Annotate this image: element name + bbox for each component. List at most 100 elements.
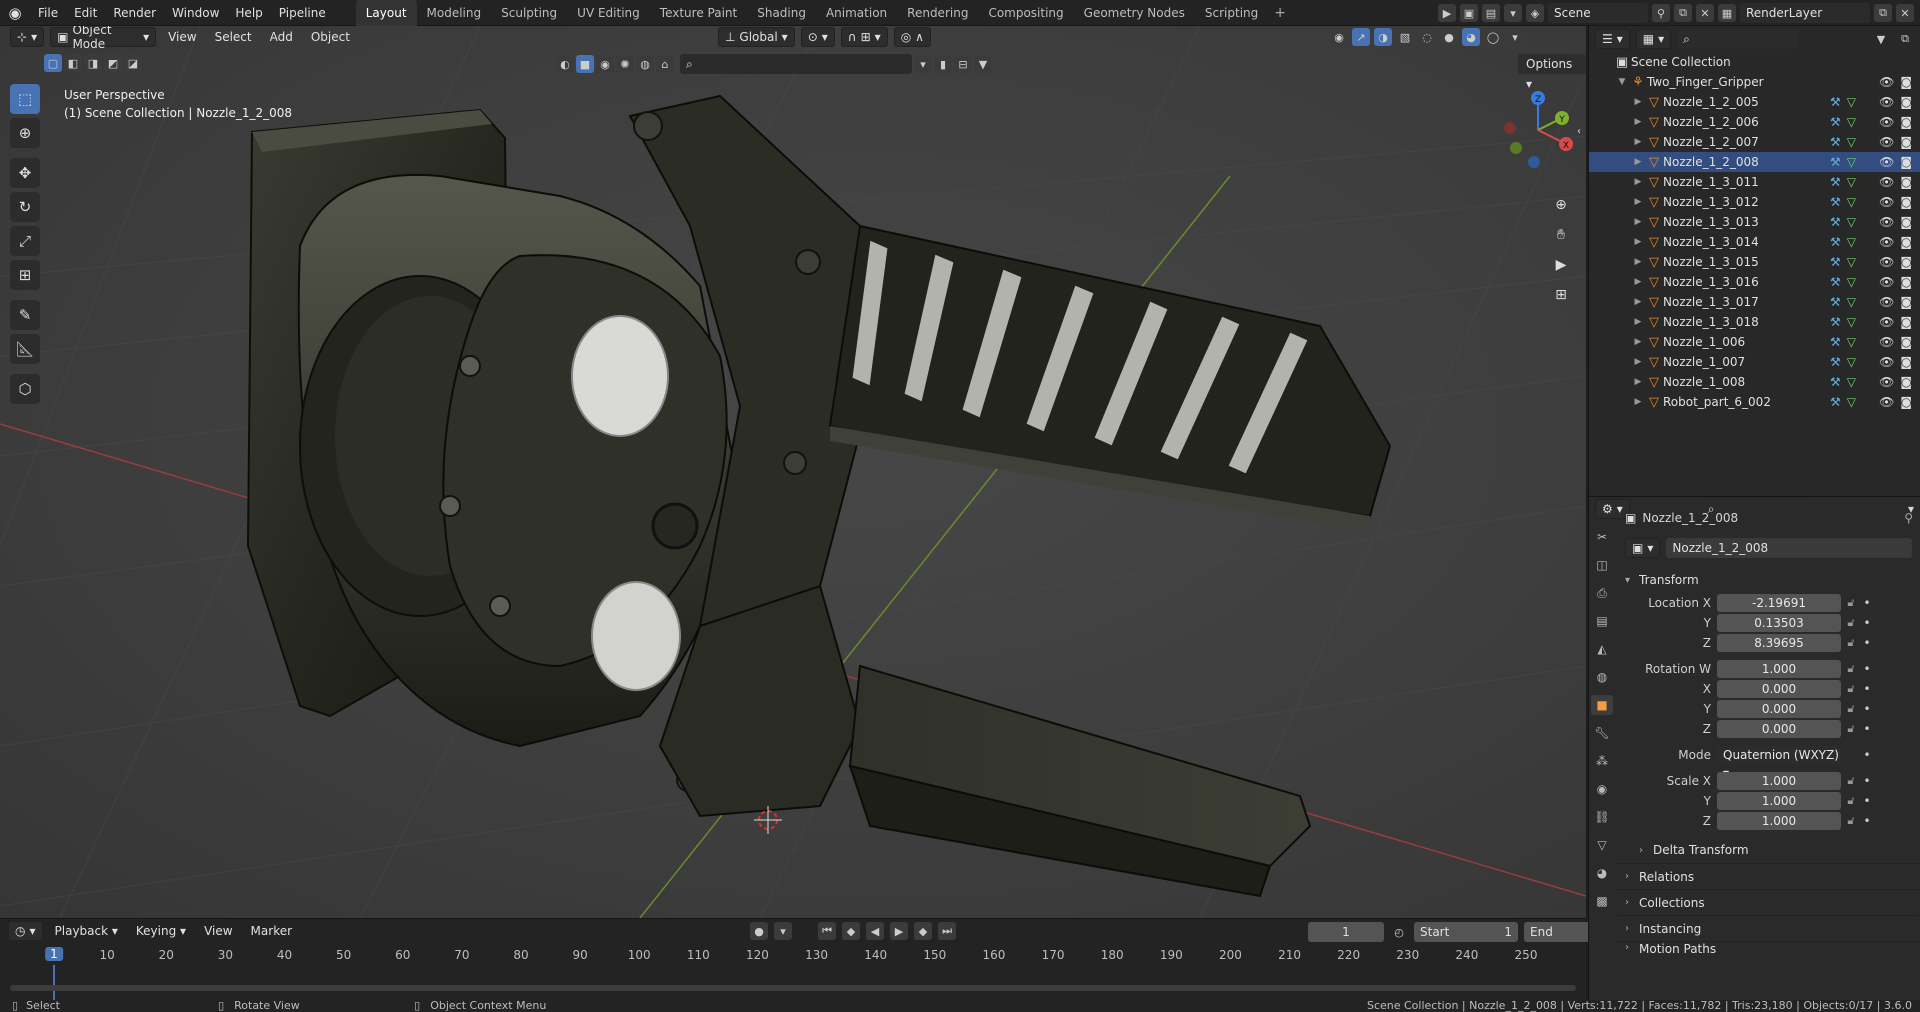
camera-icon[interactable]: ◙ — [1900, 235, 1912, 249]
tab-rendering[interactable]: Rendering — [897, 0, 978, 26]
lock-icon[interactable]: 🔓︎ — [1841, 616, 1861, 630]
zoom-icon[interactable]: ⊕ — [1546, 192, 1576, 218]
collection-filter-icon[interactable]: ⊟ — [954, 55, 972, 73]
pin-icon[interactable]: ⚲ — [1652, 4, 1670, 22]
annotate-tool-icon[interactable]: ✎ — [10, 300, 40, 330]
lock-icon[interactable]: 🔓︎ — [1841, 596, 1861, 610]
camera-icon[interactable]: ◙ — [1900, 315, 1912, 329]
expand-icon[interactable]: ▶ — [1631, 97, 1645, 107]
lock-icon[interactable]: 🔓︎ — [1841, 814, 1861, 828]
mesh-data-icon[interactable]: ▽ — [1847, 355, 1856, 369]
tab-sculpting[interactable]: Sculpting — [491, 0, 567, 26]
new-scene-icon[interactable]: ⧉ — [1674, 4, 1692, 22]
eye-icon[interactable]: 👁︎ — [1879, 75, 1894, 89]
camera-icon[interactable]: ◙ — [1900, 115, 1912, 129]
expand-icon[interactable]: ▼ — [1615, 77, 1629, 87]
outliner-item[interactable]: ▶ ▽ Nozzle_1_3_015 ⚒ ▽ 👁︎ ◙ — [1589, 252, 1920, 272]
menu-render[interactable]: Render — [105, 0, 164, 26]
mesh-data-icon[interactable]: ▽ — [1847, 375, 1856, 389]
eye-icon[interactable]: 👁︎ — [1879, 295, 1894, 309]
material-tab-icon[interactable]: ◕ — [1591, 863, 1613, 883]
modifier-wrench-icon[interactable]: ⚒ — [1830, 275, 1841, 289]
move-tool-icon[interactable]: ✥ — [10, 158, 40, 188]
rotation-z-field[interactable]: 0.000 — [1717, 720, 1841, 738]
rotate-tool-icon[interactable]: ↻ — [10, 192, 40, 222]
mesh-data-icon[interactable]: ▽ — [1847, 315, 1856, 329]
mesh-data-icon[interactable]: ▽ — [1847, 155, 1856, 169]
tab-layout[interactable]: Layout — [355, 0, 417, 26]
outliner-item[interactable]: ▶ ▽ Nozzle_1_008 ⚒ ▽ 👁︎ ◙ — [1589, 372, 1920, 392]
outliner-item[interactable]: ▶ ▽ Nozzle_1_3_016 ⚒ ▽ 👁︎ ◙ — [1589, 272, 1920, 292]
select-extend-icon[interactable]: ◧ — [64, 54, 82, 72]
tab-uv-editing[interactable]: UV Editing — [567, 0, 650, 26]
frame-ruler[interactable]: 10 20 30 40 50 60 70 80 90 100 110 120 130 140 150 160 1… — [0, 945, 1586, 1001]
view-layer-field[interactable]: RenderLayer — [1740, 3, 1870, 23]
outliner-item[interactable]: ▶ ▽ Nozzle_1_2_007 ⚒ ▽ 👁︎ ◙ — [1589, 132, 1920, 152]
outliner-item[interactable]: ▶ ▽ Nozzle_1_007 ⚒ ▽ 👁︎ ◙ — [1589, 352, 1920, 372]
mesh-data-icon[interactable]: ▽ — [1847, 235, 1856, 249]
camera-icon[interactable]: ◙ — [1900, 255, 1912, 269]
lock-icon[interactable]: 🔓︎ — [1841, 794, 1861, 808]
mesh-data-icon[interactable]: ▽ — [1847, 395, 1856, 409]
bookmark-icon[interactable]: ▮ — [934, 55, 952, 73]
viewport-menu-add[interactable]: Add — [264, 30, 299, 44]
select-subtract-icon[interactable]: ◨ — [84, 54, 102, 72]
modifier-wrench-icon[interactable]: ⚒ — [1830, 255, 1841, 269]
eye-icon[interactable]: 👁︎ — [1879, 355, 1894, 369]
play-icon[interactable]: ▶ — [890, 922, 909, 940]
location-z-field[interactable]: 8.39695 — [1717, 634, 1841, 652]
modifier-wrench-icon[interactable]: ⚒ — [1830, 175, 1841, 189]
eye-icon[interactable]: 👁︎ — [1879, 115, 1894, 129]
eye-icon[interactable]: 👁︎ — [1879, 395, 1894, 409]
keyframe-dot-icon[interactable]: • — [1861, 662, 1873, 676]
rotation-mode-dropdown[interactable]: Quaternion (WXYZ) ▾ — [1717, 746, 1841, 780]
modifier-wrench-icon[interactable]: ⚒ — [1830, 115, 1841, 129]
expand-icon[interactable]: ▶ — [1631, 117, 1645, 127]
expand-icon[interactable]: ▶ — [1631, 357, 1645, 367]
mesh-filter-icon[interactable]: ■ — [576, 55, 594, 73]
timeline-menu-playback[interactable]: Playback ▾ — [49, 924, 124, 938]
modifier-wrench-icon[interactable]: ⚒ — [1830, 135, 1841, 149]
eye-icon[interactable]: 👁︎ — [1879, 255, 1894, 269]
scale-x-field[interactable]: 1.000 — [1717, 772, 1841, 790]
add-cube-tool-icon[interactable]: ⬡ — [10, 374, 40, 404]
outliner-item[interactable]: ▶ ▽ Robot_part_6_002 ⚒ ▽ 👁︎ ◙ — [1589, 392, 1920, 412]
view-layer-tab-icon[interactable]: ▤ — [1591, 611, 1613, 631]
mesh-data-icon[interactable]: ▽ — [1847, 275, 1856, 289]
outliner-item[interactable]: ▶ ▽ Nozzle_1_3_012 ⚒ ▽ 👁︎ ◙ — [1589, 192, 1920, 212]
scale-y-field[interactable]: 1.000 — [1717, 792, 1841, 810]
keyframe-dot-icon[interactable]: • — [1861, 748, 1873, 762]
ortho-grid-icon[interactable]: ⊞ — [1546, 282, 1576, 308]
tab-texture-paint[interactable]: Texture Paint — [650, 0, 747, 26]
tool-tab-icon[interactable]: ✂ — [1591, 527, 1613, 547]
eye-icon[interactable]: 👁︎ — [1879, 175, 1894, 189]
expand-icon[interactable]: ▶ — [1631, 257, 1645, 267]
lock-icon[interactable]: 🔓︎ — [1841, 682, 1861, 696]
options-dropdown[interactable]: Options ▾ — [1518, 54, 1586, 91]
outliner-item[interactable]: ▶ ▽ Nozzle_1_3_017 ⚒ ▽ 👁︎ ◙ — [1589, 292, 1920, 312]
current-frame-field[interactable]: 1 — [1308, 922, 1384, 942]
menu-help[interactable]: Help — [227, 0, 270, 26]
delete-view-layer-icon[interactable]: ✕ — [1896, 4, 1914, 22]
transform-tool-icon[interactable]: ⊞ — [10, 260, 40, 290]
viewport-menu-view[interactable]: View — [162, 30, 202, 44]
pin-icon[interactable]: ⚲ — [1904, 511, 1919, 525]
snap-toggle[interactable]: ∩ ⊞ ▾ — [840, 27, 888, 47]
keyframe-dot-icon[interactable]: • — [1861, 596, 1873, 610]
camera-icon[interactable]: ◙ — [1900, 355, 1912, 369]
modifier-wrench-icon[interactable]: ⚒ — [1830, 195, 1841, 209]
expand-icon[interactable]: ▶ — [1631, 237, 1645, 247]
timeline[interactable]: ◷ ▾ Playback ▾ Keying ▾ View Marker ● ▾ ⏮… — [0, 918, 1628, 1001]
menu-pipeline[interactable]: Pipeline — [271, 0, 334, 26]
camera-icon[interactable]: ◙ — [1900, 335, 1912, 349]
modifier-wrench-icon[interactable]: ⚒ — [1830, 355, 1841, 369]
camera-icon[interactable]: ◙ — [1900, 375, 1912, 389]
pivot-dropdown[interactable]: ⊙ ▾ — [800, 27, 835, 47]
relations-section[interactable]: › Relations — [1617, 863, 1919, 889]
eye-icon[interactable]: 👁︎ — [1879, 195, 1894, 209]
keyframe-dot-icon[interactable]: • — [1861, 616, 1873, 630]
modifier-wrench-icon[interactable]: ⚒ — [1830, 95, 1841, 109]
blender-logo-icon[interactable]: ◉ — [0, 0, 30, 26]
add-workspace-button[interactable]: + — [1268, 5, 1292, 21]
proportional-edit-toggle[interactable]: ◎ ∧ — [893, 27, 931, 47]
